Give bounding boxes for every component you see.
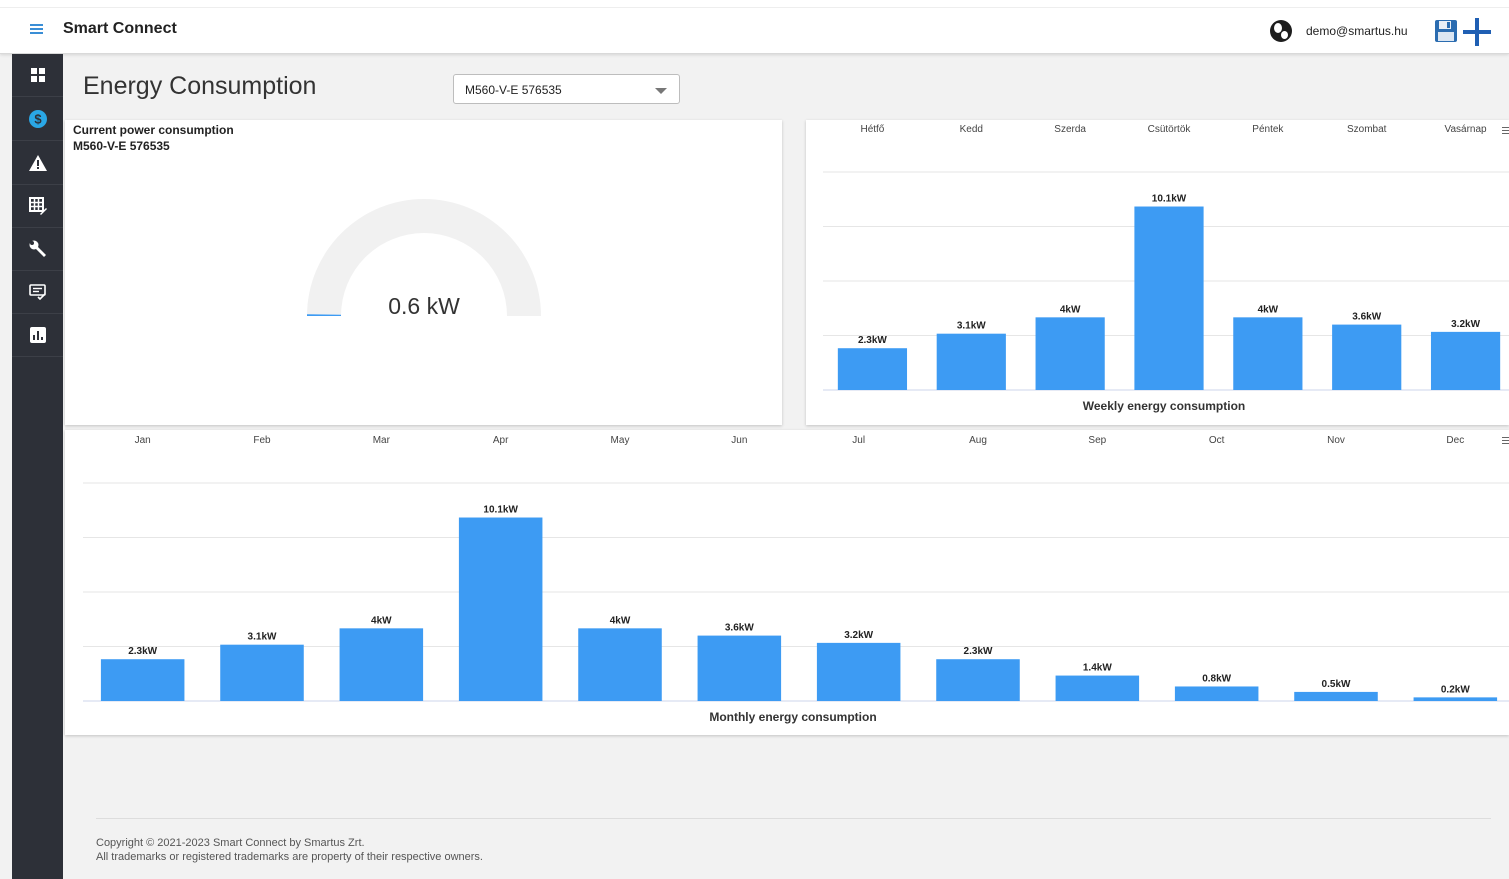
- page-title: Energy Consumption: [83, 72, 317, 100]
- language-globe-icon[interactable]: [1270, 20, 1292, 42]
- data-label: 3.2kW: [844, 630, 873, 641]
- chart-title: Monthly energy consumption: [709, 710, 876, 724]
- data-label: 10.1kW: [483, 505, 518, 516]
- chart-menu-icon[interactable]: [1502, 127, 1509, 134]
- gauge-value-label: 0.6 kW: [388, 293, 460, 319]
- save-icon[interactable]: [1434, 19, 1458, 43]
- data-label: 10.1kW: [1152, 194, 1187, 205]
- footer-trademark: All trademarks or registered trademarks …: [96, 851, 483, 863]
- svg-text:$: $: [34, 112, 42, 127]
- sidebar-item-maintenance[interactable]: [12, 228, 63, 271]
- chart-menu-icon[interactable]: [1502, 437, 1509, 444]
- x-tick-label: Apr: [493, 435, 509, 446]
- bar: [936, 659, 1020, 701]
- data-label: 2.3kW: [858, 335, 887, 346]
- wrench-icon: [29, 240, 46, 257]
- x-tick-label: May: [611, 435, 630, 446]
- x-tick-label: Nov: [1327, 435, 1345, 446]
- bar: [816, 642, 901, 701]
- top-bar: Smart Connect demo@smartus.hu: [0, 0, 1509, 54]
- x-tick-label: Dec: [1446, 435, 1464, 446]
- sidebar-item-dashboard[interactable]: [12, 54, 63, 97]
- weekly-chart-card: Hétfő 2.3kW Kedd 3.1kW Szerda 4kW Csütörtök 10.…: [806, 120, 1509, 425]
- power-gauge: 0.6 kW: [307, 199, 541, 319]
- x-tick-label: Jun: [731, 435, 747, 446]
- data-label: 0.2kW: [1441, 684, 1470, 695]
- x-tick-label: Sep: [1088, 435, 1106, 446]
- sidebar-item-grid-edit[interactable]: [12, 185, 63, 228]
- data-label: 3.6kW: [725, 623, 754, 634]
- device-select[interactable]: M560-V-E 576535: [453, 74, 680, 104]
- x-tick-label: Kedd: [960, 124, 983, 135]
- data-label: 0.8kW: [1202, 673, 1231, 684]
- user-email[interactable]: demo@smartus.hu: [1306, 24, 1408, 38]
- bar: [1413, 697, 1498, 701]
- x-tick-label: Szerda: [1054, 124, 1086, 135]
- add-icon[interactable]: [1462, 17, 1492, 47]
- data-label: 3.6kW: [1352, 312, 1381, 323]
- sidebar-item-reports[interactable]: [12, 271, 63, 314]
- bar: [837, 348, 908, 390]
- x-tick-label: Péntek: [1252, 124, 1284, 135]
- bar: [1174, 686, 1259, 701]
- bar: [1233, 317, 1303, 390]
- bar: [1134, 206, 1204, 390]
- grid-edit-icon: [28, 197, 47, 215]
- menu-toggle-icon[interactable]: [30, 24, 43, 34]
- device-select-value: M560-V-E 576535: [465, 83, 562, 97]
- current-power-card: Current power consumption M560-V-E 57653…: [65, 120, 782, 425]
- bar: [578, 628, 662, 701]
- bar: [1035, 317, 1105, 390]
- data-label: 3.2kW: [1451, 319, 1480, 330]
- warning-icon: [28, 155, 47, 171]
- x-tick-label: Szombat: [1347, 124, 1387, 135]
- data-label: 0.5kW: [1322, 679, 1351, 690]
- bar: [220, 644, 304, 701]
- data-label: 1.4kW: [1083, 663, 1112, 674]
- list-check-icon: [28, 284, 46, 300]
- data-label: 2.3kW: [964, 646, 993, 657]
- chart-title: Weekly energy consumption: [1083, 399, 1246, 413]
- x-tick-label: Vasárnap: [1445, 124, 1488, 135]
- data-label: 4kW: [1060, 304, 1081, 315]
- bar: [100, 659, 185, 701]
- sidebar: $: [12, 54, 63, 879]
- bar: [1332, 324, 1402, 390]
- bar: [697, 635, 782, 701]
- data-label: 2.3kW: [128, 646, 157, 657]
- bar-chart-icon: [29, 327, 46, 343]
- bar: [339, 628, 424, 701]
- x-tick-label: Csütörtök: [1148, 124, 1192, 135]
- weekly-bar-chart: Hétfő 2.3kW Kedd 3.1kW Szerda 4kW Csütörtök 10.…: [823, 124, 1509, 413]
- x-tick-label: Hétfő: [860, 124, 884, 135]
- footer-copyright: Copyright © 2021-2023 Smart Connect by S…: [96, 837, 365, 849]
- data-label: 3.1kW: [248, 632, 277, 643]
- data-label: 4kW: [610, 615, 631, 626]
- footer-divider: [96, 818, 1491, 819]
- bar: [936, 333, 1006, 390]
- x-tick-label: Jul: [852, 435, 865, 446]
- data-label: 4kW: [1258, 304, 1279, 315]
- x-tick-label: Jan: [135, 435, 151, 446]
- app-title: Smart Connect: [63, 20, 177, 37]
- monthly-chart-card: Jan 2.3kW Feb 3.1kW Mar 4kW Apr 10.1kW May 4kW Jun…: [65, 430, 1509, 735]
- sidebar-item-billing[interactable]: $: [12, 98, 63, 141]
- data-label: 3.1kW: [957, 321, 986, 332]
- data-label: 4kW: [371, 615, 392, 626]
- sidebar-item-alerts[interactable]: [12, 142, 63, 185]
- dashboard-icon: [30, 68, 45, 82]
- bar: [458, 517, 543, 701]
- bar: [1055, 675, 1140, 701]
- x-tick-label: Oct: [1209, 435, 1225, 446]
- monthly-bar-chart: Jan 2.3kW Feb 3.1kW Mar 4kW Apr 10.1kW May 4kW Jun…: [83, 435, 1509, 724]
- dollar-icon: $: [28, 110, 47, 128]
- x-tick-label: Feb: [253, 435, 271, 446]
- x-tick-label: Mar: [373, 435, 391, 446]
- x-tick-label: Aug: [969, 435, 987, 446]
- bar: [1294, 691, 1378, 701]
- top-divider: [0, 7, 1509, 8]
- chevron-down-icon: [655, 88, 667, 94]
- bar: [1430, 331, 1501, 390]
- sidebar-item-analytics[interactable]: [12, 314, 63, 357]
